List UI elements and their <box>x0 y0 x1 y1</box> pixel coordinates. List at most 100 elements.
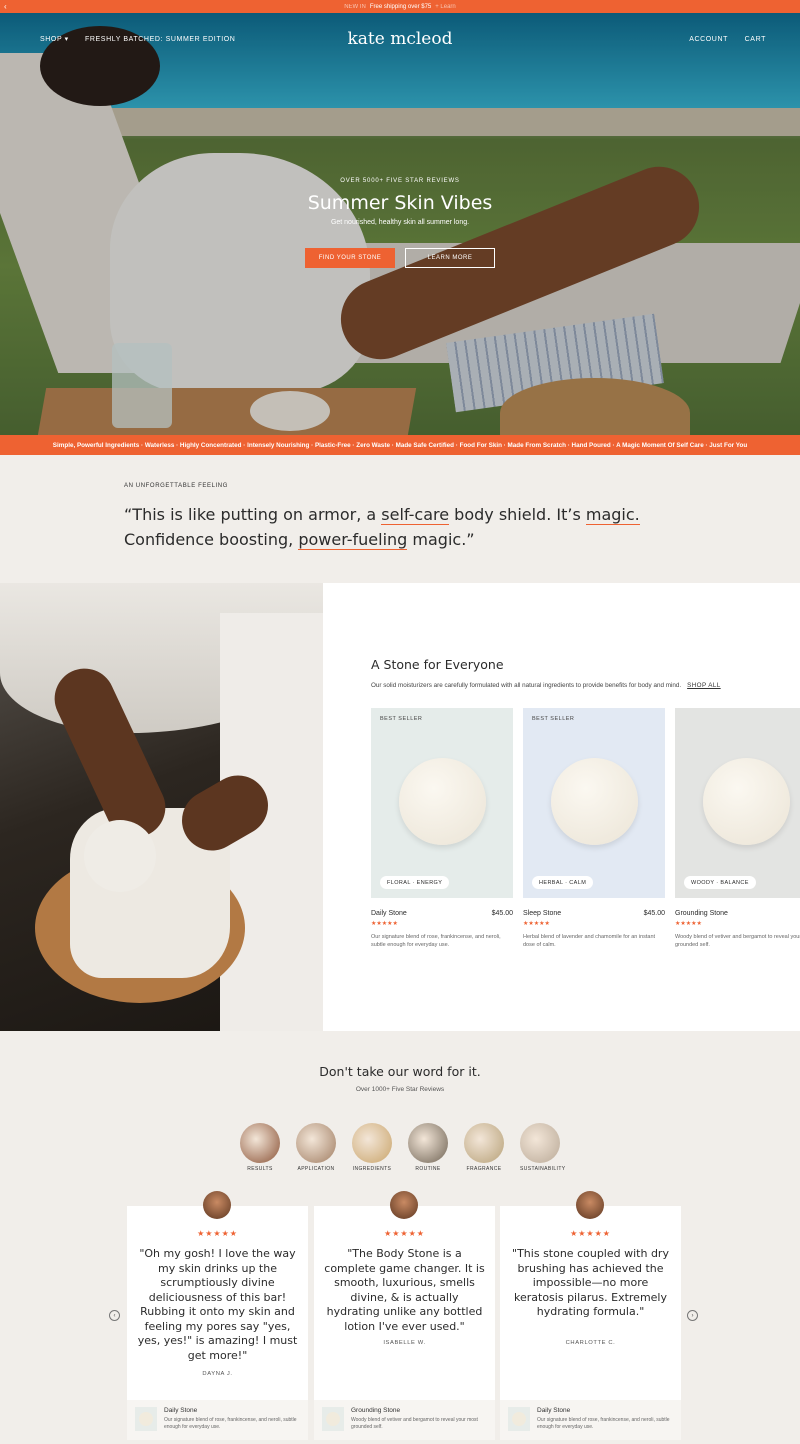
review-product-name[interactable]: Grounding Stone <box>351 1407 400 1414</box>
product-card[interactable]: BEST SELLER FLORAL · ENERGY Daily Stone $… <box>371 708 513 949</box>
chevron-left-icon[interactable]: ‹ <box>4 2 7 11</box>
quote-part: “This is like putting on armor, a <box>124 505 382 524</box>
category-label: RESULTS <box>247 1166 273 1172</box>
quote-underline: power-fueling <box>298 530 408 550</box>
review-text: "This stone coupled with dry brushing ha… <box>512 1247 669 1318</box>
review-text: "Oh my gosh! I love the way my skin drin… <box>137 1247 298 1362</box>
review-card: ★★★★★ "The Body Stone is a complete game… <box>314 1191 495 1440</box>
scent-tag: HERBAL · CALM <box>532 876 594 889</box>
quote-underline: magic. <box>585 505 640 525</box>
product-card[interactable]: BEST SELLER HERBAL · CALM Sleep Stone $45… <box>523 708 665 949</box>
stone-image <box>551 758 638 845</box>
product-description: Our signature blend of rose, frankincens… <box>371 934 501 948</box>
category-thumbnail[interactable] <box>464 1123 504 1163</box>
review-categories: RESULTS APPLICATION INGREDIENTS ROUTINE … <box>0 1123 800 1172</box>
product-thumbnail[interactable] <box>322 1407 344 1431</box>
product-description: Herbal blend of lavender and chamomile f… <box>523 934 656 948</box>
announcement-bar: ‹ NEW IN Free shipping over $75 + Learn <box>0 0 800 13</box>
reviewer-name: ISABELLE W. <box>383 1340 426 1346</box>
carousel-next-arrow-icon[interactable]: › <box>687 1310 698 1321</box>
carousel-prev-arrow-icon[interactable]: ‹ <box>109 1310 120 1321</box>
shop-all-link[interactable]: SHOP ALL <box>687 682 721 689</box>
product-thumbnail[interactable] <box>508 1407 530 1431</box>
star-rating: ★★★★★ <box>371 921 398 927</box>
product-price: $45.00 <box>643 910 665 917</box>
section-description: Our solid moisturizers are carefully for… <box>371 682 721 689</box>
category-thumbnail[interactable] <box>352 1123 392 1163</box>
quote-underline: self-care <box>381 505 450 525</box>
review-product[interactable]: Daily Stone Our signature blend of rose,… <box>500 1400 681 1440</box>
category-sustainability[interactable]: SUSTAINABILITY <box>520 1123 565 1172</box>
reviewer-avatar <box>390 1191 418 1219</box>
shop-menu[interactable]: SHOP ▾ <box>40 35 69 43</box>
product-image[interactable]: WOODY · BALANCE <box>675 708 800 898</box>
category-fragrance[interactable]: FRAGRANCE <box>464 1123 504 1172</box>
reviewer-avatar <box>203 1191 231 1219</box>
description-text: Our solid moisturizers are carefully for… <box>371 682 682 689</box>
category-label: FRAGRANCE <box>466 1166 502 1172</box>
reviewer-avatar <box>576 1191 604 1219</box>
hero-title: Summer Skin Vibes <box>307 192 493 214</box>
review-card: ★★★★★ "This stone coupled with dry brush… <box>500 1191 681 1440</box>
cart-link[interactable]: CART <box>745 36 766 43</box>
hero-eyebrow: OVER 5000+ FIVE STAR REVIEWS <box>340 178 460 184</box>
review-card: ★★★★★ "Oh my gosh! I love the way my ski… <box>127 1191 308 1440</box>
review-product[interactable]: Grounding Stone Woody blend of vetiver a… <box>314 1400 495 1440</box>
scent-tag: WOODY · BALANCE <box>684 876 756 889</box>
account-link[interactable]: ACCOUNT <box>689 36 728 43</box>
reviewer-name: CHARLOTTE C. <box>565 1340 616 1346</box>
featured-link[interactable]: FRESHLY BATCHED: SUMMER EDITION <box>85 36 235 43</box>
product-thumbnail[interactable] <box>135 1407 157 1431</box>
announcement-link[interactable]: + Learn <box>435 4 456 10</box>
best-seller-badge: BEST SELLER <box>380 716 423 722</box>
category-ingredients[interactable]: INGREDIENTS <box>352 1123 392 1172</box>
section-title: A Stone for Everyone <box>371 657 504 672</box>
reviews-title: Don't take our word for it. <box>319 1064 481 1079</box>
hero-copy: OVER 5000+ FIVE STAR REVIEWS Summer Skin… <box>0 178 800 226</box>
product-name[interactable]: Grounding Stone <box>675 910 728 917</box>
review-product-name[interactable]: Daily Stone <box>164 1407 197 1414</box>
star-rating: ★★★★★ <box>675 921 702 927</box>
stone-image <box>703 758 790 845</box>
stone-image <box>399 758 486 845</box>
stone-products-section: A Stone for Everyone Our solid moisturiz… <box>323 583 800 1031</box>
lifestyle-image <box>0 583 323 1031</box>
review-product-description: Our signature blend of rose, frankincens… <box>164 1417 297 1430</box>
category-routine[interactable]: ROUTINE <box>408 1123 448 1172</box>
best-seller-badge: BEST SELLER <box>532 716 575 722</box>
quote-part: magic.” <box>407 530 475 549</box>
review-product-description: Our signature blend of rose, frankincens… <box>537 1417 670 1430</box>
product-name[interactable]: Daily Stone <box>371 910 407 917</box>
category-thumbnail[interactable] <box>520 1123 560 1163</box>
hero-buttons: FIND YOUR STONE LEARN MORE <box>0 248 800 268</box>
product-image[interactable]: BEST SELLER FLORAL · ENERGY <box>371 708 513 898</box>
find-your-stone-button[interactable]: FIND YOUR STONE <box>305 248 395 268</box>
product-name[interactable]: Sleep Stone <box>523 910 561 917</box>
reviews-subtitle: Over 1000+ Five Star Reviews <box>355 1086 445 1093</box>
product-image[interactable]: BEST SELLER HERBAL · CALM <box>523 708 665 898</box>
category-thumbnail[interactable] <box>408 1123 448 1163</box>
category-label: INGREDIENTS <box>352 1166 392 1172</box>
scent-tag: FLORAL · ENERGY <box>380 876 450 889</box>
brand-logo[interactable]: kate mcleod <box>348 29 453 49</box>
product-price: $45.00 <box>491 910 513 917</box>
benefits-ticker: Simple, Powerful Ingredients · Waterless… <box>0 435 800 455</box>
category-thumbnail[interactable] <box>296 1123 336 1163</box>
category-label: ROUTINE <box>415 1166 441 1172</box>
review-product[interactable]: Daily Stone Our signature blend of rose,… <box>127 1400 308 1440</box>
category-results[interactable]: RESULTS <box>240 1123 280 1172</box>
announcement-prefix: NEW IN <box>344 3 366 10</box>
star-rating: ★★★★★ <box>570 1229 611 1238</box>
announcement-text: Free shipping over $75 <box>369 3 432 10</box>
review-product-description: Woody blend of vetiver and bergamot to r… <box>351 1417 478 1430</box>
learn-more-button[interactable]: LEARN MORE <box>405 248 495 268</box>
category-thumbnail[interactable] <box>240 1123 280 1163</box>
category-application[interactable]: APPLICATION <box>296 1123 336 1172</box>
quote-part: body shield. It’s <box>449 505 586 524</box>
review-product-name[interactable]: Daily Stone <box>537 1407 570 1414</box>
hero-subtitle: Get nourished, healthy skin all summer l… <box>330 219 470 226</box>
star-rating: ★★★★★ <box>197 1229 238 1238</box>
top-nav: SHOP ▾ FRESHLY BATCHED: SUMMER EDITION k… <box>0 13 800 65</box>
product-card[interactable]: WOODY · BALANCE Grounding Stone$ ★★★★★ W… <box>675 708 800 949</box>
reviewer-name: DAYNA J. <box>202 1371 233 1377</box>
